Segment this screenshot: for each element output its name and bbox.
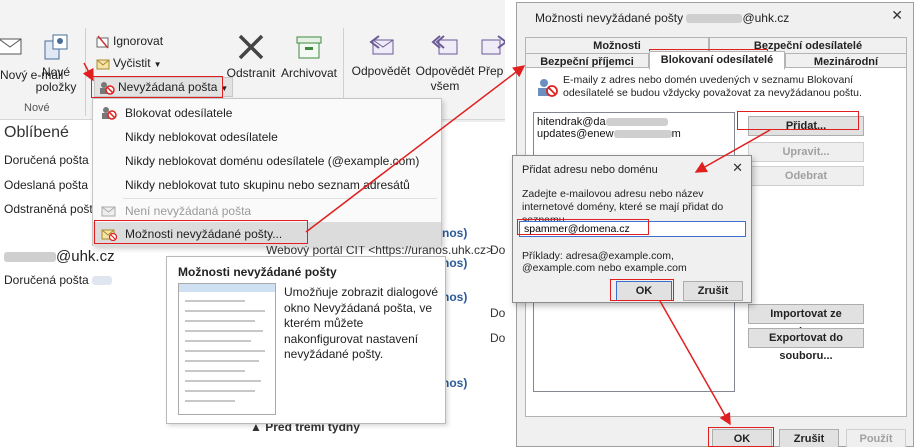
reply-all-label: Odpovědět všem bbox=[415, 64, 475, 93]
block-sender-icon bbox=[102, 107, 117, 120]
cleanup-label: Vyčistit bbox=[113, 56, 151, 70]
dialog-preview-thumbnail bbox=[178, 283, 276, 415]
forward-button[interactable]: Přep bbox=[478, 32, 505, 79]
apply-button: Použít bbox=[846, 429, 906, 447]
ignore-label: Ignorovat bbox=[113, 34, 164, 48]
remove-button: Odebrat bbox=[748, 166, 864, 186]
add-dialog-examples: Příklady: adresa@example.com, @example.c… bbox=[522, 250, 687, 274]
mail-folder: Do bbox=[490, 331, 505, 345]
forward-icon bbox=[481, 35, 505, 55]
list-item[interactable]: hitendrak@da bbox=[537, 116, 668, 128]
nav-item-inbox[interactable]: Doručená pošta bbox=[4, 153, 89, 167]
blocked-senders-icon bbox=[538, 79, 558, 97]
new-items-button[interactable]: Nové položky bbox=[36, 33, 76, 95]
reply-all-button[interactable]: Odpovědět všem bbox=[412, 32, 478, 94]
reply-icon bbox=[369, 35, 394, 55]
close-icon[interactable]: ✕ bbox=[891, 7, 903, 24]
highlight-ok-button bbox=[708, 427, 774, 447]
redacted-text bbox=[613, 130, 672, 139]
new-items-label: Nové položky bbox=[35, 65, 77, 94]
delete-label: Odstranit bbox=[226, 66, 276, 80]
cancel-button[interactable]: Zrušit bbox=[779, 429, 839, 447]
ribbon-separator bbox=[85, 28, 86, 116]
dialog-title-text: Možnosti nevyžádané pošty bbox=[535, 11, 684, 25]
menu-never-block-sender[interactable]: Nikdy neblokovat odesílatele bbox=[93, 125, 441, 149]
account-suffix: @uhk.cz bbox=[56, 248, 115, 265]
ignore-button[interactable]: Ignorovat bbox=[96, 32, 163, 50]
close-icon[interactable]: ✕ bbox=[732, 160, 743, 176]
tooltip-description: Umožňuje zobrazit dialogové okno Nevyžád… bbox=[284, 285, 439, 361]
reply-all-icon bbox=[431, 35, 458, 55]
ignore-icon bbox=[96, 35, 109, 49]
menu-item-label: Nikdy neblokovat doménu odesílatele (@ex… bbox=[125, 154, 420, 168]
list-item-text: hitendrak@da bbox=[537, 116, 606, 128]
list-item-text: updates@enew bbox=[537, 128, 614, 140]
dialog-title: Možnosti nevyžádané pošty @uhk.cz bbox=[535, 11, 789, 25]
tooltip: Možnosti nevyžádané pošty Umožňuje zobra… bbox=[166, 256, 446, 424]
new-email-icon bbox=[0, 38, 22, 55]
add-cancel-button[interactable]: Zrušit bbox=[683, 281, 743, 301]
tab-blocked-senders[interactable]: Blokovaní odesílatelé bbox=[649, 51, 785, 70]
menu-item-label: Blokovat odesílatele bbox=[125, 106, 233, 120]
cleanup-icon bbox=[96, 59, 110, 70]
mail-sender[interactable]: nos) bbox=[442, 226, 467, 240]
menu-never-block-group[interactable]: Nikdy neblokovat tuto skupinu nebo sezna… bbox=[93, 173, 441, 197]
nav-item-account-inbox[interactable]: Doručená pošta bbox=[4, 273, 113, 287]
archive-button[interactable]: Archivovat bbox=[280, 32, 338, 81]
reply-label: Odpovědět bbox=[351, 64, 411, 78]
menu-item-label: Není nevyžádaná pošta bbox=[125, 204, 252, 218]
highlight-address-input bbox=[517, 219, 649, 235]
forward-label: Přep bbox=[478, 64, 504, 78]
redacted-text bbox=[605, 118, 668, 127]
dialog-title-suffix: @uhk.cz bbox=[742, 11, 790, 25]
archive-label: Archivovat bbox=[280, 66, 338, 80]
edit-button: Upravit... bbox=[748, 142, 864, 162]
export-button[interactable]: Exportovat do souboru... bbox=[748, 328, 864, 362]
not-junk-icon bbox=[101, 206, 116, 217]
archive-icon bbox=[296, 36, 322, 59]
blocked-senders-info: E-maily z adres nebo domén uvedených v s… bbox=[563, 74, 862, 99]
outlook-window: Nový e-mail Nové položky Nové Ignorovat … bbox=[0, 0, 505, 447]
menu-block-sender[interactable]: Blokovat odesílatele bbox=[93, 101, 441, 125]
highlight-junk-button bbox=[91, 76, 223, 98]
nav-item-deleted[interactable]: Odstraněná pošta bbox=[4, 202, 99, 216]
tooltip-title: Možnosti nevyžádané pošty bbox=[178, 265, 337, 279]
list-item-suffix: m bbox=[671, 128, 681, 140]
cleanup-button[interactable]: Vyčistit ▼ bbox=[96, 54, 161, 72]
list-item[interactable]: updates@enew m bbox=[537, 128, 681, 140]
reply-button[interactable]: Odpovědět bbox=[350, 32, 412, 79]
account-inbox-label: Doručená pošta bbox=[4, 273, 89, 287]
redacted-text bbox=[686, 14, 743, 24]
menu-item-label: Nikdy neblokovat tuto skupinu nebo sezna… bbox=[125, 178, 410, 192]
delete-button[interactable]: Odstranit bbox=[224, 32, 278, 81]
highlight-junk-options bbox=[94, 220, 308, 244]
nav-item-sent[interactable]: Odeslaná pošta bbox=[4, 178, 88, 192]
menu-never-block-domain[interactable]: Nikdy neblokovat doménu odesílatele (@ex… bbox=[93, 149, 441, 173]
mail-folder: Do bbox=[490, 243, 505, 257]
chevron-down-icon: ▼ bbox=[153, 60, 162, 69]
mail-folder: Do bbox=[490, 306, 505, 320]
account-header[interactable]: @uhk.cz bbox=[4, 248, 115, 265]
add-dialog-title: Přidat adresu nebo doménu bbox=[522, 164, 658, 176]
favorites-header[interactable]: Oblíbené bbox=[4, 124, 69, 142]
redacted-text bbox=[4, 252, 56, 263]
delete-x-icon bbox=[238, 34, 264, 60]
new-items-icon bbox=[44, 34, 68, 60]
highlight-add-ok-button bbox=[610, 279, 674, 301]
new-group-label: Nové bbox=[24, 102, 50, 114]
menu-item-label: Nikdy neblokovat odesílatele bbox=[125, 130, 278, 144]
highlight-add-button bbox=[737, 111, 859, 130]
import-button[interactable]: Importovat ze souboru... bbox=[748, 304, 864, 338]
redacted-count bbox=[92, 276, 113, 286]
